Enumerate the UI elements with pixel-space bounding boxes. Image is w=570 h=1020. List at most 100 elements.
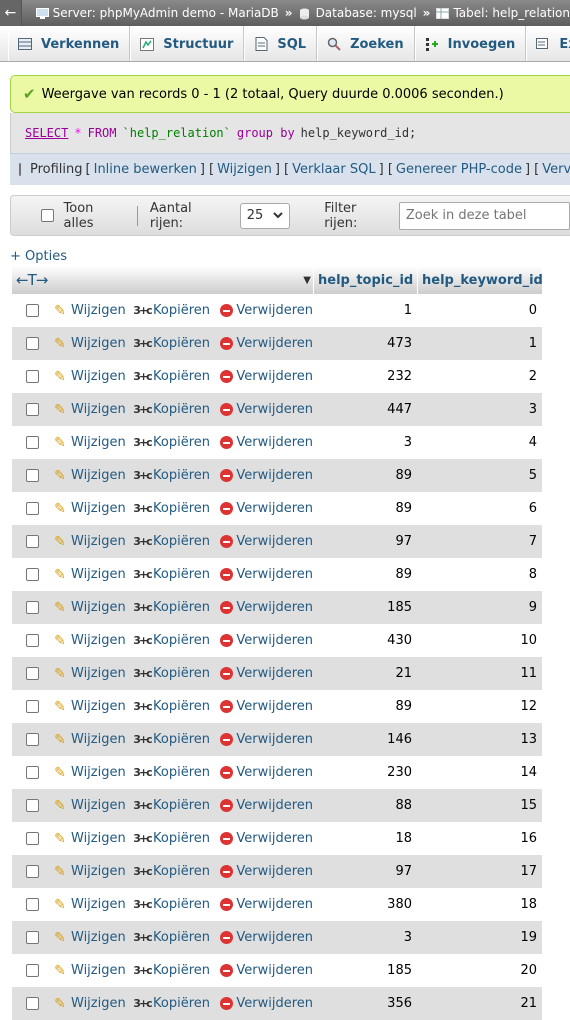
delete-row-button[interactable]: Verwijderen xyxy=(220,666,313,682)
cell-help-topic-id[interactable]: 230 xyxy=(313,765,417,780)
row-checkbox[interactable] xyxy=(25,931,39,944)
row-checkbox[interactable] xyxy=(25,601,39,614)
copy-row-button[interactable]: 3+c Kopiëren xyxy=(133,996,220,1012)
row-checkbox[interactable] xyxy=(25,667,39,680)
cell-help-keyword-id[interactable]: 4 xyxy=(417,435,542,450)
tab-structure[interactable]: Structuur xyxy=(130,26,245,61)
cell-help-topic-id[interactable]: 3 xyxy=(313,435,417,450)
delete-row-button[interactable]: Verwijderen xyxy=(220,732,313,748)
breadcrumb-server[interactable]: Server: phpMyAdmin demo - MariaDB xyxy=(35,6,279,20)
copy-row-button[interactable]: 3+c Kopiëren xyxy=(133,963,220,979)
row-checkbox[interactable] xyxy=(25,568,39,581)
tab-sql[interactable]: SQL xyxy=(244,26,318,61)
copy-row-button[interactable]: 3+c Kopiëren xyxy=(133,501,220,517)
cell-help-keyword-id[interactable]: 21 xyxy=(417,996,542,1011)
edit-row-button[interactable]: ✎ Wijzigen xyxy=(52,303,134,319)
delete-row-button[interactable]: Verwijderen xyxy=(220,567,313,583)
edit-row-button[interactable]: ✎ Wijzigen xyxy=(52,600,134,616)
cell-help-keyword-id[interactable]: 12 xyxy=(417,699,542,714)
copy-row-button[interactable]: 3+c Kopiëren xyxy=(133,567,220,583)
arrow-left-icon[interactable]: ← xyxy=(0,0,22,26)
inline-edit-link[interactable]: Inline bewerken xyxy=(94,162,197,177)
filter-rows-input[interactable]: Zoek in deze tabel xyxy=(398,201,570,230)
row-checkbox[interactable] xyxy=(25,535,39,548)
edit-row-button[interactable]: ✎ Wijzigen xyxy=(52,699,134,715)
cell-help-keyword-id[interactable]: 9 xyxy=(417,600,542,615)
delete-row-button[interactable]: Verwijderen xyxy=(220,831,313,847)
cell-help-keyword-id[interactable]: 7 xyxy=(417,534,542,549)
cell-help-topic-id[interactable]: 3 xyxy=(313,930,417,945)
cell-help-topic-id[interactable]: 1 xyxy=(313,303,417,318)
delete-row-button[interactable]: Verwijderen xyxy=(220,930,313,946)
row-checkbox[interactable] xyxy=(25,766,39,779)
sql-query-box[interactable]: SELECT * FROM `help_relation` group by h… xyxy=(10,113,570,153)
copy-row-button[interactable]: 3+c Kopiëren xyxy=(133,765,220,781)
delete-row-button[interactable]: Verwijderen xyxy=(220,402,313,418)
copy-row-button[interactable]: 3+c Kopiëren xyxy=(133,600,220,616)
cell-help-topic-id[interactable]: 97 xyxy=(313,534,417,549)
cell-help-keyword-id[interactable]: 18 xyxy=(417,897,542,912)
cell-help-topic-id[interactable]: 232 xyxy=(313,369,417,384)
delete-row-button[interactable]: Verwijderen xyxy=(220,897,313,913)
cell-help-keyword-id[interactable]: 15 xyxy=(417,798,542,813)
delete-row-button[interactable]: Verwijderen xyxy=(220,501,313,517)
copy-row-button[interactable]: 3+c Kopiëren xyxy=(133,303,220,319)
copy-row-button[interactable]: 3+c Kopiëren xyxy=(133,831,220,847)
copy-row-button[interactable]: 3+c Kopiëren xyxy=(133,666,220,682)
row-checkbox[interactable] xyxy=(25,634,39,647)
cell-help-topic-id[interactable]: 430 xyxy=(313,633,417,648)
row-checkbox[interactable] xyxy=(25,733,39,746)
delete-row-button[interactable]: Verwijderen xyxy=(220,633,313,649)
edit-row-button[interactable]: ✎ Wijzigen xyxy=(52,501,134,517)
copy-row-button[interactable]: 3+c Kopiëren xyxy=(133,633,220,649)
edit-query-link[interactable]: Wijzigen xyxy=(217,162,272,177)
edit-row-button[interactable]: ✎ Wijzigen xyxy=(52,534,134,550)
create-php-code-link[interactable]: Genereer PHP-code xyxy=(396,162,522,177)
delete-row-button[interactable]: Verwijderen xyxy=(220,534,313,550)
sql-keyword-select[interactable]: SELECT xyxy=(25,126,68,140)
copy-row-button[interactable]: 3+c Kopiëren xyxy=(133,468,220,484)
copy-row-button[interactable]: 3+c Kopiëren xyxy=(133,699,220,715)
cell-help-topic-id[interactable]: 185 xyxy=(313,963,417,978)
cell-help-topic-id[interactable]: 21 xyxy=(313,666,417,681)
row-checkbox[interactable] xyxy=(25,370,39,383)
tab-export[interactable]: Exporteren xyxy=(526,26,570,61)
delete-row-button[interactable]: Verwijderen xyxy=(220,336,313,352)
cell-help-keyword-id[interactable]: 3 xyxy=(417,402,542,417)
cell-help-keyword-id[interactable]: 2 xyxy=(417,369,542,384)
cell-help-keyword-id[interactable]: 5 xyxy=(417,468,542,483)
row-checkbox[interactable] xyxy=(25,337,39,350)
column-header-help-keyword-id[interactable]: help_keyword_id xyxy=(417,266,543,294)
cell-help-topic-id[interactable]: 89 xyxy=(313,501,417,516)
tab-browse[interactable]: Verkennen xyxy=(8,26,131,61)
edit-row-button[interactable]: ✎ Wijzigen xyxy=(52,930,134,946)
cell-help-keyword-id[interactable]: 0 xyxy=(417,303,542,318)
edit-row-button[interactable]: ✎ Wijzigen xyxy=(52,963,134,979)
cell-help-topic-id[interactable]: 473 xyxy=(313,336,417,351)
breadcrumb-database[interactable]: Database: mysql xyxy=(299,6,417,20)
cell-help-keyword-id[interactable]: 6 xyxy=(417,501,542,516)
options-link[interactable]: + Opties xyxy=(10,249,67,264)
row-checkbox[interactable] xyxy=(25,865,39,878)
row-checkbox[interactable] xyxy=(25,832,39,845)
row-checkbox[interactable] xyxy=(25,898,39,911)
edit-row-button[interactable]: ✎ Wijzigen xyxy=(52,567,134,583)
row-checkbox[interactable] xyxy=(25,502,39,515)
breadcrumb-table[interactable]: Tabel: help_relation xyxy=(436,6,570,20)
cell-help-keyword-id[interactable]: 16 xyxy=(417,831,542,846)
cell-help-topic-id[interactable]: 18 xyxy=(313,831,417,846)
cell-help-topic-id[interactable]: 97 xyxy=(313,864,417,879)
cell-help-topic-id[interactable]: 146 xyxy=(313,732,417,747)
copy-row-button[interactable]: 3+c Kopiëren xyxy=(133,732,220,748)
edit-row-button[interactable]: ✎ Wijzigen xyxy=(52,798,134,814)
cell-help-keyword-id[interactable]: 17 xyxy=(417,864,542,879)
edit-row-button[interactable]: ✎ Wijzigen xyxy=(52,831,134,847)
edit-row-button[interactable]: ✎ Wijzigen xyxy=(52,633,134,649)
tab-insert[interactable]: Invoegen xyxy=(414,26,527,61)
column-arrows-icon[interactable]: ←T→ xyxy=(16,271,48,289)
explain-sql-link[interactable]: Verklaar SQL xyxy=(292,162,376,177)
copy-row-button[interactable]: 3+c Kopiëren xyxy=(133,336,220,352)
copy-row-button[interactable]: 3+c Kopiëren xyxy=(133,798,220,814)
cell-help-topic-id[interactable]: 89 xyxy=(313,468,417,483)
edit-row-button[interactable]: ✎ Wijzigen xyxy=(52,666,134,682)
